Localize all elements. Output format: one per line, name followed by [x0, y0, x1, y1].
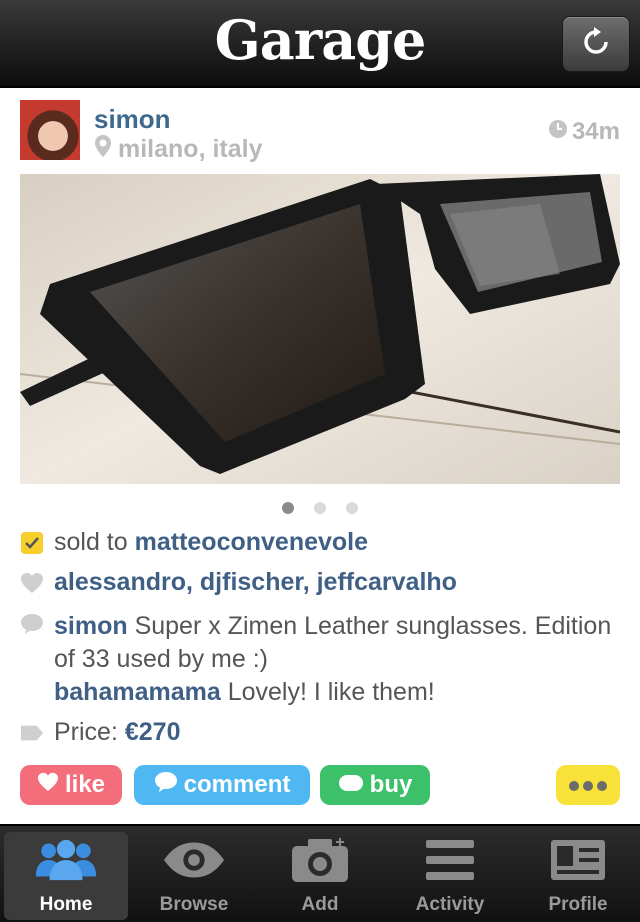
tag-icon — [338, 771, 364, 799]
location-text: milano, italy — [118, 135, 263, 163]
like-label: like — [64, 771, 106, 798]
heart-icon — [37, 771, 59, 799]
comment-user[interactable]: bahamamama — [54, 678, 221, 706]
tab-label: Profile — [548, 894, 608, 915]
post-location: milano, italy — [94, 134, 262, 165]
photo-pager[interactable] — [0, 502, 640, 514]
tab-home[interactable]: Home — [4, 832, 128, 920]
sold-to-user[interactable]: matteoconvenevole — [135, 528, 368, 557]
like-button[interactable]: like — [20, 765, 122, 805]
buy-label: buy — [369, 771, 413, 798]
refresh-button[interactable] — [562, 16, 630, 72]
tab-label: Browse — [159, 894, 229, 915]
clock-icon — [548, 118, 568, 146]
ellipsis-icon — [568, 771, 608, 799]
sold-line: sold to matteoconvenevole — [20, 528, 368, 557]
list-icon — [418, 832, 482, 888]
buy-button[interactable]: buy — [320, 765, 430, 805]
app-header: Garage — [0, 0, 640, 88]
time-text: 34m — [571, 118, 620, 145]
speech-bubble-icon — [154, 770, 178, 801]
post-photo[interactable] — [20, 174, 620, 484]
comment-label: comment — [183, 771, 291, 798]
tab-profile[interactable]: Profile — [516, 832, 640, 920]
more-button[interactable] — [556, 765, 620, 805]
pager-dot[interactable] — [282, 502, 294, 514]
comments: simon Super x Zimen Leather sunglasses. … — [54, 610, 614, 709]
post-header: simon milano, italy 34m — [0, 88, 640, 174]
tab-activity[interactable]: Activity — [388, 832, 512, 920]
comment-icon-wrap — [20, 612, 54, 636]
comment-text: Lovely! I like them! — [227, 678, 435, 706]
tab-label: Activity — [415, 894, 485, 915]
pager-dot[interactable] — [346, 502, 358, 514]
people-icon — [34, 832, 98, 888]
comment-button[interactable]: comment — [134, 765, 310, 805]
price-value: €270 — [124, 718, 181, 746]
tab-label: Home — [39, 894, 93, 915]
comment-item: simon Super x Zimen Leather sunglasses. … — [54, 610, 614, 676]
refresh-icon — [581, 26, 611, 62]
likers-list[interactable]: alessandro, djfischer, jeffcarvalho — [54, 568, 457, 597]
price-label: Price: — [54, 718, 118, 746]
price-line: Price: €270 — [20, 718, 180, 747]
tab-browse[interactable]: Browse — [132, 832, 256, 920]
post-time: 34m — [548, 118, 620, 146]
tag-icon — [20, 721, 44, 745]
likes-line: alessandro, djfischer, jeffcarvalho — [20, 568, 457, 597]
sold-prefix: sold to — [54, 528, 128, 556]
check-icon — [20, 531, 44, 555]
tab-bar: Home Browse Add Activity Profile — [0, 824, 640, 922]
tab-label: Add — [301, 894, 339, 915]
comment-text: Super x Zimen Leather sunglasses. Editio… — [54, 612, 612, 673]
pager-dot[interactable] — [314, 502, 326, 514]
camera-icon — [288, 832, 352, 888]
location-pin-icon — [94, 134, 112, 165]
speech-bubble-icon — [20, 612, 44, 636]
heart-icon — [20, 571, 44, 595]
app-title: Garage — [214, 8, 427, 72]
id-card-icon — [546, 832, 610, 888]
comment-user[interactable]: simon — [54, 612, 128, 640]
avatar[interactable] — [20, 100, 80, 160]
eye-icon — [162, 832, 226, 888]
post-username[interactable]: simon — [94, 104, 171, 135]
tab-add[interactable]: Add — [258, 832, 382, 920]
comment-item: bahamamama Lovely! I like them! — [54, 676, 614, 709]
